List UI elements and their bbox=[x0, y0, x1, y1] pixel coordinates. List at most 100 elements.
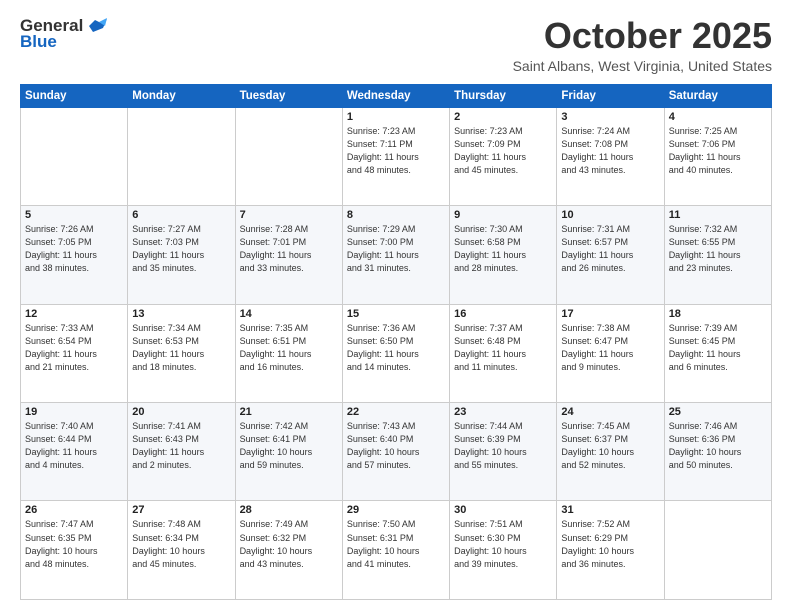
day-info: Sunrise: 7:44 AM Sunset: 6:39 PM Dayligh… bbox=[454, 420, 552, 472]
day-number: 27 bbox=[132, 504, 230, 516]
day-number: 2 bbox=[454, 111, 552, 123]
day-info: Sunrise: 7:29 AM Sunset: 7:00 PM Dayligh… bbox=[347, 223, 445, 275]
day-info: Sunrise: 7:23 AM Sunset: 7:11 PM Dayligh… bbox=[347, 125, 445, 177]
day-number: 26 bbox=[25, 504, 123, 516]
day-info: Sunrise: 7:25 AM Sunset: 7:06 PM Dayligh… bbox=[669, 125, 767, 177]
calendar-cell: 17Sunrise: 7:38 AM Sunset: 6:47 PM Dayli… bbox=[557, 304, 664, 402]
day-info: Sunrise: 7:41 AM Sunset: 6:43 PM Dayligh… bbox=[132, 420, 230, 472]
calendar-week-row: 5 Sunrise: 7:26 AM Sunset: 7:05 PM Daylig… bbox=[21, 206, 772, 304]
day-number: 15 bbox=[347, 308, 445, 320]
day-info: Sunrise: 7:46 AM Sunset: 6:36 PM Dayligh… bbox=[669, 420, 767, 472]
calendar-cell: 25 Sunrise: 7:46 AM Sunset: 6:36 PM Dayli… bbox=[664, 403, 771, 501]
day-number: 7 bbox=[240, 209, 338, 221]
day-number: 31 bbox=[561, 504, 659, 516]
calendar-cell: 2 Sunrise: 7:23 AM Sunset: 7:09 PM Daylig… bbox=[450, 107, 557, 205]
logo-blue: Blue bbox=[20, 32, 57, 52]
calendar-cell bbox=[235, 107, 342, 205]
calendar-table: SundayMondayTuesdayWednesdayThursdayFrid… bbox=[20, 84, 772, 600]
col-header-monday: Monday bbox=[128, 84, 235, 107]
day-number: 3 bbox=[561, 111, 659, 123]
day-info: Sunrise: 7:37 AM Sunset: 6:48 PM Dayligh… bbox=[454, 322, 552, 374]
day-info: Sunrise: 7:23 AM Sunset: 7:09 PM Dayligh… bbox=[454, 125, 552, 177]
calendar-week-row: 19 Sunrise: 7:40 AM Sunset: 6:44 PM Dayli… bbox=[21, 403, 772, 501]
calendar-cell: 30 Sunrise: 7:51 AM Sunset: 6:30 PM Dayli… bbox=[450, 501, 557, 600]
calendar-cell bbox=[21, 107, 128, 205]
calendar-cell: 29 Sunrise: 7:50 AM Sunset: 6:31 PM Dayli… bbox=[342, 501, 449, 600]
calendar-cell: 28 Sunrise: 7:49 AM Sunset: 6:32 PM Dayli… bbox=[235, 501, 342, 600]
day-info: Sunrise: 7:50 AM Sunset: 6:31 PM Dayligh… bbox=[347, 518, 445, 570]
calendar-cell: 5 Sunrise: 7:26 AM Sunset: 7:05 PM Daylig… bbox=[21, 206, 128, 304]
day-info: Sunrise: 7:43 AM Sunset: 6:40 PM Dayligh… bbox=[347, 420, 445, 472]
title-section: October 2025 Saint Albans, West Virginia… bbox=[513, 16, 772, 74]
calendar-cell: 31 Sunrise: 7:52 AM Sunset: 6:29 PM Dayli… bbox=[557, 501, 664, 600]
day-number: 9 bbox=[454, 209, 552, 221]
logo: General Blue bbox=[20, 16, 107, 52]
col-header-saturday: Saturday bbox=[664, 84, 771, 107]
day-number: 17 bbox=[561, 308, 659, 320]
day-info: Sunrise: 7:36 AM Sunset: 6:50 PM Dayligh… bbox=[347, 322, 445, 374]
day-number: 21 bbox=[240, 406, 338, 418]
day-number: 6 bbox=[132, 209, 230, 221]
day-info: Sunrise: 7:42 AM Sunset: 6:41 PM Dayligh… bbox=[240, 420, 338, 472]
day-info: Sunrise: 7:28 AM Sunset: 7:01 PM Dayligh… bbox=[240, 223, 338, 275]
calendar-cell: 8 Sunrise: 7:29 AM Sunset: 7:00 PM Daylig… bbox=[342, 206, 449, 304]
day-number: 28 bbox=[240, 504, 338, 516]
day-number: 12 bbox=[25, 308, 123, 320]
calendar-cell: 3 Sunrise: 7:24 AM Sunset: 7:08 PM Daylig… bbox=[557, 107, 664, 205]
calendar-cell: 20 Sunrise: 7:41 AM Sunset: 6:43 PM Dayli… bbox=[128, 403, 235, 501]
calendar-week-row: 1Sunrise: 7:23 AM Sunset: 7:11 PM Daylig… bbox=[21, 107, 772, 205]
calendar-cell: 27 Sunrise: 7:48 AM Sunset: 6:34 PM Dayli… bbox=[128, 501, 235, 600]
day-number: 4 bbox=[669, 111, 767, 123]
calendar-cell: 19 Sunrise: 7:40 AM Sunset: 6:44 PM Dayli… bbox=[21, 403, 128, 501]
calendar-cell: 15 Sunrise: 7:36 AM Sunset: 6:50 PM Dayli… bbox=[342, 304, 449, 402]
day-number: 18 bbox=[669, 308, 767, 320]
day-info: Sunrise: 7:45 AM Sunset: 6:37 PM Dayligh… bbox=[561, 420, 659, 472]
day-info: Sunrise: 7:52 AM Sunset: 6:29 PM Dayligh… bbox=[561, 518, 659, 570]
col-header-sunday: Sunday bbox=[21, 84, 128, 107]
calendar-header-row: SundayMondayTuesdayWednesdayThursdayFrid… bbox=[21, 84, 772, 107]
calendar-cell bbox=[128, 107, 235, 205]
calendar-cell: 24 Sunrise: 7:45 AM Sunset: 6:37 PM Dayli… bbox=[557, 403, 664, 501]
day-info: Sunrise: 7:48 AM Sunset: 6:34 PM Dayligh… bbox=[132, 518, 230, 570]
day-info: Sunrise: 7:40 AM Sunset: 6:44 PM Dayligh… bbox=[25, 420, 123, 472]
col-header-friday: Friday bbox=[557, 84, 664, 107]
day-number: 19 bbox=[25, 406, 123, 418]
day-info: Sunrise: 7:31 AM Sunset: 6:57 PM Dayligh… bbox=[561, 223, 659, 275]
calendar-cell: 18 Sunrise: 7:39 AM Sunset: 6:45 PM Dayli… bbox=[664, 304, 771, 402]
day-number: 24 bbox=[561, 406, 659, 418]
day-info: Sunrise: 7:24 AM Sunset: 7:08 PM Dayligh… bbox=[561, 125, 659, 177]
month-title: October 2025 bbox=[513, 16, 772, 56]
calendar-cell: 12 Sunrise: 7:33 AM Sunset: 6:54 PM Dayli… bbox=[21, 304, 128, 402]
day-number: 23 bbox=[454, 406, 552, 418]
day-number: 20 bbox=[132, 406, 230, 418]
calendar-cell: 16 Sunrise: 7:37 AM Sunset: 6:48 PM Dayli… bbox=[450, 304, 557, 402]
calendar-cell bbox=[664, 501, 771, 600]
day-info: Sunrise: 7:51 AM Sunset: 6:30 PM Dayligh… bbox=[454, 518, 552, 570]
calendar-cell: 11 Sunrise: 7:32 AM Sunset: 6:55 PM Dayli… bbox=[664, 206, 771, 304]
calendar-cell: 23 Sunrise: 7:44 AM Sunset: 6:39 PM Dayli… bbox=[450, 403, 557, 501]
calendar-week-row: 12 Sunrise: 7:33 AM Sunset: 6:54 PM Dayli… bbox=[21, 304, 772, 402]
col-header-thursday: Thursday bbox=[450, 84, 557, 107]
day-number: 29 bbox=[347, 504, 445, 516]
location: Saint Albans, West Virginia, United Stat… bbox=[513, 58, 772, 74]
day-number: 10 bbox=[561, 209, 659, 221]
day-info: Sunrise: 7:49 AM Sunset: 6:32 PM Dayligh… bbox=[240, 518, 338, 570]
calendar-cell: 26 Sunrise: 7:47 AM Sunset: 6:35 PM Dayli… bbox=[21, 501, 128, 600]
day-number: 30 bbox=[454, 504, 552, 516]
day-number: 14 bbox=[240, 308, 338, 320]
day-info: Sunrise: 7:26 AM Sunset: 7:05 PM Dayligh… bbox=[25, 223, 123, 275]
logo-bird-icon bbox=[85, 18, 107, 34]
calendar-cell: 22Sunrise: 7:43 AM Sunset: 6:40 PM Dayli… bbox=[342, 403, 449, 501]
day-number: 8 bbox=[347, 209, 445, 221]
day-info: Sunrise: 7:47 AM Sunset: 6:35 PM Dayligh… bbox=[25, 518, 123, 570]
day-number: 16 bbox=[454, 308, 552, 320]
day-number: 11 bbox=[669, 209, 767, 221]
day-info: Sunrise: 7:33 AM Sunset: 6:54 PM Dayligh… bbox=[25, 322, 123, 374]
day-number: 25 bbox=[669, 406, 767, 418]
calendar-cell: 1Sunrise: 7:23 AM Sunset: 7:11 PM Daylig… bbox=[342, 107, 449, 205]
day-number: 5 bbox=[25, 209, 123, 221]
page: General Blue October 2025 Saint Albans, … bbox=[0, 0, 792, 612]
calendar-cell: 14Sunrise: 7:35 AM Sunset: 6:51 PM Dayli… bbox=[235, 304, 342, 402]
day-info: Sunrise: 7:32 AM Sunset: 6:55 PM Dayligh… bbox=[669, 223, 767, 275]
day-info: Sunrise: 7:39 AM Sunset: 6:45 PM Dayligh… bbox=[669, 322, 767, 374]
